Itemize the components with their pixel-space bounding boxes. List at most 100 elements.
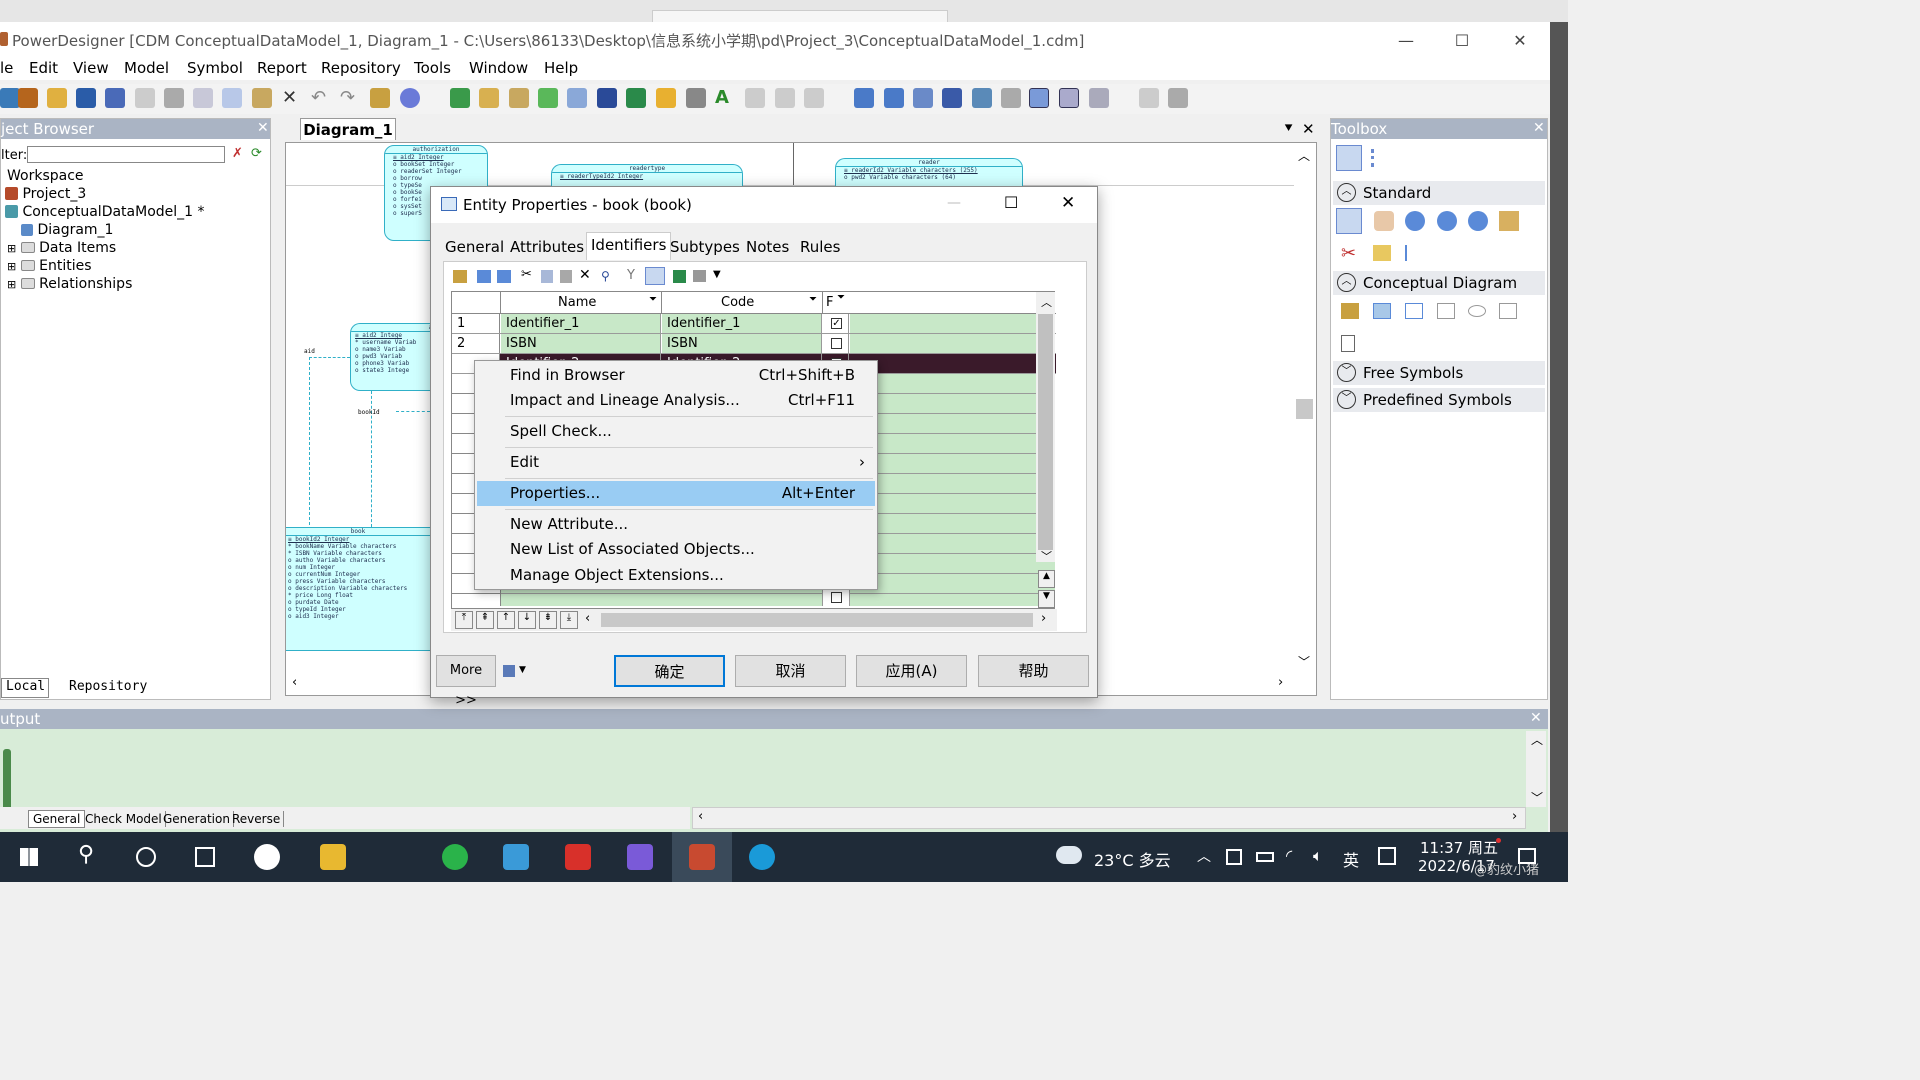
dialog-maximize-button[interactable]: ☐ [1004, 193, 1018, 212]
menu-symbol[interactable]: Symbol [187, 59, 243, 77]
tree-item-project[interactable]: Project_3 [5, 186, 86, 202]
tree-item-relationships[interactable]: ⊞ Relationships [7, 276, 132, 292]
tab-general[interactable]: General [443, 235, 506, 259]
minimize-button[interactable]: — [1386, 28, 1426, 54]
move-top-icon[interactable]: ⤒ [455, 611, 473, 629]
toolbox-section-conceptual-diagram[interactable]: ︿ Conceptual Diagram [1333, 271, 1545, 295]
output-view-icon[interactable] [1059, 88, 1079, 108]
column-header-name[interactable]: Name [558, 295, 596, 310]
scroll-right-icon[interactable]: › [1041, 611, 1046, 626]
tab-local[interactable]: Local [1, 678, 49, 698]
windows-start-icon[interactable] [20, 848, 38, 866]
print-icon[interactable] [693, 270, 706, 282]
volume-icon[interactable]: 🔈︎ [1313, 846, 1323, 866]
menu-item-properties[interactable]: Properties... Alt+Enter [477, 481, 875, 506]
font-icon[interactable]: A [715, 88, 735, 108]
zoom-view-icon[interactable] [1029, 88, 1049, 108]
zoom-fit-icon[interactable] [1468, 211, 1488, 231]
clear-filter-icon[interactable]: ✗ [232, 146, 243, 161]
edge-icon[interactable] [749, 844, 775, 870]
filter-active-icon[interactable] [645, 267, 665, 285]
app-swirl-icon[interactable] [254, 844, 280, 870]
maximize-button[interactable]: ☐ [1442, 28, 1482, 54]
ime-indicator[interactable]: 英 [1343, 847, 1359, 871]
tab-attributes[interactable]: Attributes [508, 235, 586, 259]
keyboard-layout-icon[interactable] [1378, 847, 1396, 865]
column-header-primary[interactable]: F [826, 295, 833, 310]
move-up-icon[interactable]: ↑ [497, 611, 515, 629]
package-tool-icon[interactable] [1341, 303, 1359, 319]
toolbox-section-predefined-symbols[interactable]: ﹀ Predefined Symbols [1333, 388, 1545, 412]
entity-readertype[interactable]: readertype ≡ readerTypeId2 Integer [551, 164, 743, 186]
toolbox-section-free-symbols[interactable]: ﹀ Free Symbols [1333, 361, 1545, 385]
print-icon[interactable] [164, 88, 184, 108]
scroll-down-icon[interactable]: ﹀ [1531, 789, 1543, 806]
new-icon[interactable] [0, 88, 20, 108]
weather-icon[interactable] [1056, 846, 1082, 864]
link-icon[interactable] [686, 88, 706, 108]
task-view-icon[interactable] [195, 847, 215, 867]
file-explorer-icon[interactable] [320, 844, 346, 870]
search-icon[interactable]: ⚲ [78, 842, 94, 867]
cortana-icon[interactable] [136, 847, 156, 867]
delete-icon[interactable]: ✕ [579, 267, 591, 283]
hand-tool-icon[interactable] [1374, 211, 1394, 231]
model-icon[interactable] [509, 88, 529, 108]
entity-reader[interactable]: reader ≡ readerId2 Variable characters (… [835, 158, 1023, 186]
layout-6-icon[interactable] [1001, 88, 1021, 108]
layout-4-icon[interactable] [942, 88, 962, 108]
result-view-icon[interactable] [1089, 88, 1109, 108]
zoom-out-icon[interactable] [1437, 211, 1457, 231]
sort-arrow-icon[interactable]: ⏷ [649, 294, 657, 305]
scroll-down-icon[interactable]: ﹀ [1041, 548, 1052, 564]
entity-book[interactable]: book ≡ bookId2 Integer * bookName Variab… [286, 527, 430, 651]
vertical-scrollbar-thumb[interactable] [1296, 399, 1313, 419]
wechat-icon[interactable] [442, 844, 468, 870]
sort-arrow-icon[interactable]: ⏷ [837, 292, 845, 303]
scroll-down-icon[interactable]: ﹀ [1298, 653, 1310, 670]
tray-app-icon[interactable] [1226, 849, 1242, 865]
tab-generation[interactable]: Generation [160, 811, 234, 827]
inheritance-tool-icon[interactable] [1437, 303, 1455, 319]
identifier-code[interactable]: Identifier_1 [662, 314, 822, 333]
save-icon[interactable] [76, 88, 96, 108]
copy-icon[interactable] [541, 270, 553, 283]
primary-checkbox[interactable]: ✓ [831, 318, 842, 329]
menu-item-manage-extensions[interactable]: Manage Object Extensions... [477, 563, 875, 588]
page-up-icon[interactable]: ▲ [1038, 570, 1055, 588]
relationship-tool-icon[interactable] [1405, 303, 1423, 319]
menu-tools[interactable]: Tools [414, 59, 451, 77]
filter-icon[interactable]: Y [627, 268, 635, 283]
note-tool-icon[interactable] [1373, 245, 1391, 261]
cut-icon[interactable] [193, 88, 213, 108]
filter-input[interactable] [27, 146, 225, 163]
layout-2-icon[interactable] [884, 88, 904, 108]
menu-edit[interactable]: Edit [29, 59, 58, 77]
tab-check-model[interactable]: Check Model [82, 811, 166, 827]
save-all-icon[interactable] [105, 88, 125, 108]
sort-arrow-icon[interactable]: ⏷ [809, 294, 817, 305]
grid-scroll-thumb[interactable] [1038, 314, 1053, 550]
menu-model[interactable]: Model [124, 59, 169, 77]
dialog-close-button[interactable]: ✕ [1061, 193, 1075, 213]
primary-checkbox[interactable] [831, 592, 842, 603]
list-icons-icon[interactable] [1371, 149, 1389, 167]
cut-icon[interactable]: ✂ [521, 267, 532, 282]
identifier-name[interactable]: ISBN [501, 334, 661, 353]
align-icon[interactable] [745, 88, 765, 108]
add-row-icon[interactable] [477, 270, 491, 283]
diagram-icon[interactable] [450, 88, 470, 108]
tab-general[interactable]: General [28, 810, 86, 828]
menu-item-edit[interactable]: Edit › [477, 450, 875, 475]
battery-icon[interactable] [1256, 852, 1274, 862]
copy-icon[interactable] [222, 88, 242, 108]
paste-icon[interactable] [252, 88, 272, 108]
move-page-up-icon[interactable]: ⇞ [476, 611, 494, 629]
print-menu-icon[interactable] [503, 665, 515, 677]
tab-diagram[interactable]: Diagram_1 [300, 118, 396, 140]
printer-icon[interactable] [1168, 88, 1188, 108]
entity-admin[interactable]: ad ≡ aid2 Intege * username Variab o nam… [350, 323, 436, 391]
panel-close-icon[interactable]: ✕ [1533, 120, 1545, 136]
undo-icon[interactable]: ↶ [311, 88, 331, 108]
scroll-up-icon[interactable]: ︿ [1041, 294, 1052, 310]
